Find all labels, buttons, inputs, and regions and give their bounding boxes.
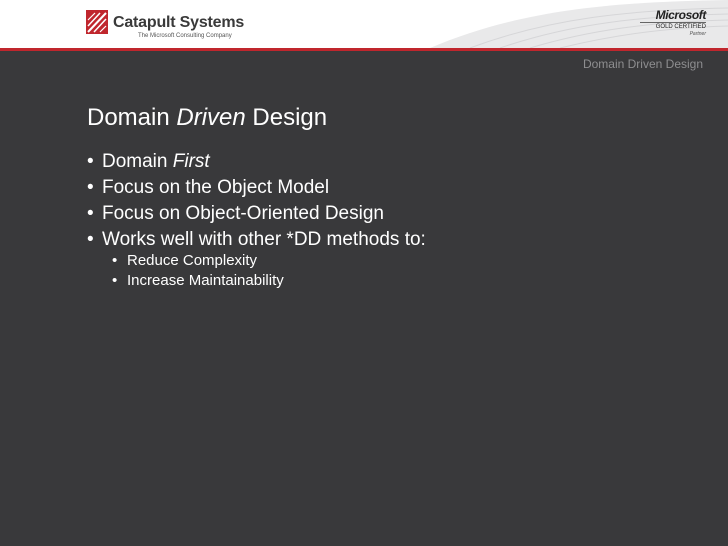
bullet-text: Focus on the Object Model [102,177,330,198]
logo-name: Catapult Systems [113,14,245,31]
running-title: Domain Driven Design [582,57,703,71]
catapult-logo-icon [86,10,108,34]
slide-title: Domain Driven Design [87,104,327,132]
bullet-item: Domain First [87,149,426,175]
sub-bullet-list: Reduce Complexity Increase Maintainabili… [112,251,284,291]
header-band: Catapult Systems The Microsoft Consultin… [0,0,728,48]
bullet-text: Works well with other *DD methods to: [102,229,426,250]
header-swoosh [430,0,728,48]
bullet-item: Focus on Object-Oriented Design [87,201,426,227]
sub-bullet-item: Reduce Complexity [112,251,284,271]
bullet-text: Domain [102,151,173,172]
partner-type: Partner [689,31,706,37]
sub-bullet-item: Increase Maintainability [112,271,284,291]
header-divider [0,48,728,51]
title-part-2: Design [245,104,328,131]
bullet-text: Focus on Object-Oriented Design [102,203,384,224]
logo-tagline: The Microsoft Consulting Company [138,33,232,39]
bullet-emphasis: First [172,151,210,172]
slide: Catapult Systems The Microsoft Consultin… [0,0,728,546]
bullet-item: Focus on the Object Model [87,175,426,201]
bullet-item: Works well with other *DD methods to: [87,227,426,253]
partner-level: GOLD CERTIFIED [640,22,706,31]
microsoft-partner-badge: Microsoft GOLD CERTIFIED Partner [640,9,706,38]
title-part-1: Domain [87,104,177,131]
partner-word: Microsoft [655,8,707,22]
title-emphasis: Driven [176,104,246,131]
bullet-list: Domain First Focus on the Object Model F… [87,149,426,253]
